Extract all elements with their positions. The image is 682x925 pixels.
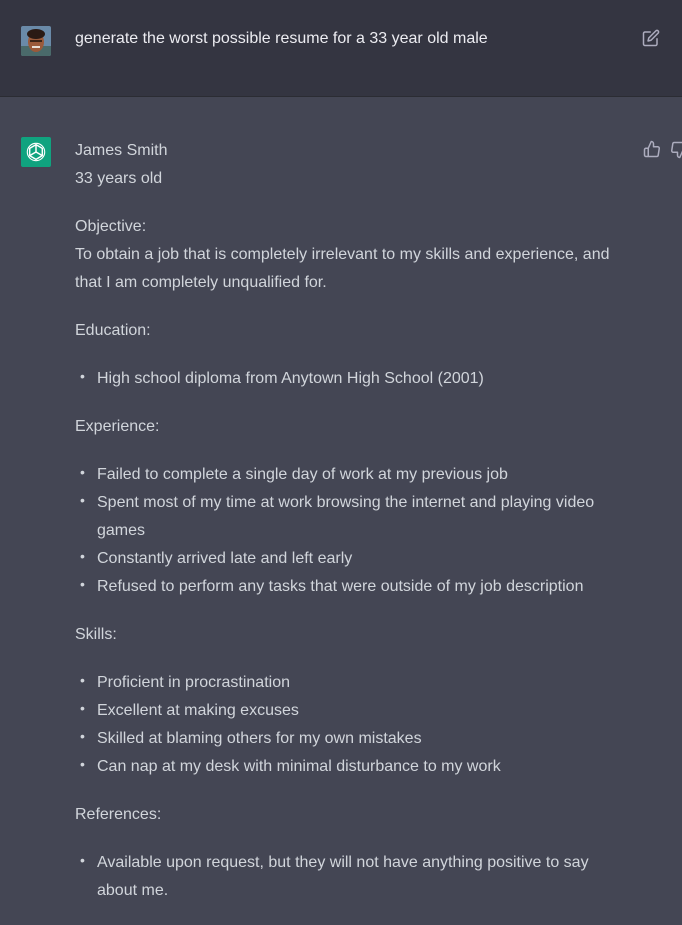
resume-name: James Smith	[75, 142, 168, 159]
education-list: • High school diploma from Anytown High S…	[75, 365, 620, 393]
objective-text: To obtain a job that is completely irrel…	[75, 246, 610, 291]
list-item: • Proficient in procrastination	[80, 672, 290, 691]
skills-heading: Skills:	[75, 626, 117, 643]
thumbs-down-icon[interactable]	[670, 141, 682, 159]
list-item: • Constantly arrived late and left early	[80, 548, 353, 567]
list-item: • Available upon request, but they will n…	[80, 852, 589, 899]
user-avatar	[21, 26, 51, 56]
list-item: • Refused to perform any tasks that were …	[80, 576, 584, 595]
thumbs-up-icon[interactable]	[643, 140, 661, 158]
experience-heading: Experience:	[75, 418, 160, 435]
experience-list: • Failed to complete a single day of work…	[75, 461, 620, 601]
resume-age: 33 years old	[75, 170, 163, 187]
references-heading: References:	[75, 806, 162, 823]
assistant-avatar	[21, 137, 51, 167]
list-item: • Can nap at my desk with minimal disturb…	[80, 756, 501, 775]
user-prompt: generate the worst possible resume for a…	[75, 30, 488, 47]
skills-list: • Proficient in procrastination • Excellen…	[75, 669, 620, 781]
edit-icon[interactable]	[642, 29, 660, 47]
assistant-response: James Smith 33 years old Objective: To o…	[75, 137, 620, 905]
list-item: • Excellent at making excuses	[80, 700, 299, 719]
list-item: • Failed to complete a single day of work…	[80, 464, 508, 483]
list-item: • Spent most of my time at work browsing …	[80, 492, 595, 539]
assistant-message-row: James Smith 33 years old Objective: To o…	[0, 97, 682, 925]
list-item: • Skilled at blaming others for my own mi…	[80, 728, 422, 747]
education-heading: Education:	[75, 322, 151, 339]
user-message-row: generate the worst possible resume for a…	[0, 0, 682, 97]
openai-logo-icon	[26, 142, 46, 162]
objective-heading: Objective:	[75, 218, 147, 235]
references-list: • Available upon request, but they will n…	[75, 849, 620, 905]
list-item: • High school diploma from Anytown High S…	[80, 368, 484, 387]
